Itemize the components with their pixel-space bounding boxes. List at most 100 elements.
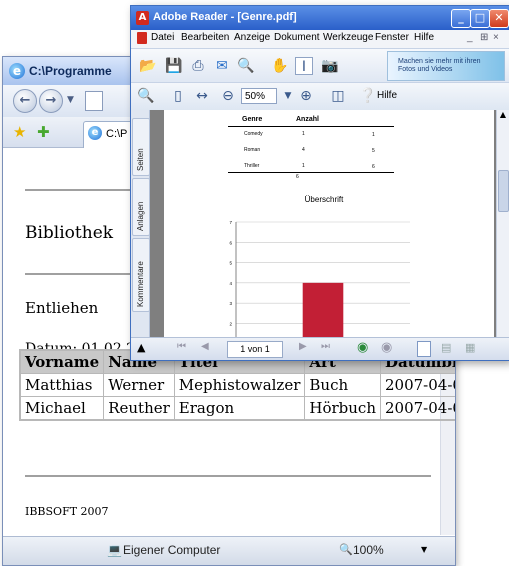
tab-attachments-label: Anlagen bbox=[136, 201, 145, 231]
favorites-star-icon[interactable]: ★ bbox=[13, 123, 26, 141]
tab-attachments[interactable]: Anlagen bbox=[132, 178, 150, 236]
reader-toolbar-view: 🔍 ▯ ↔ ⊖ 50% ▼ ⊕ ◫ ❔ Hilfe bbox=[131, 82, 509, 112]
help-button[interactable]: Hilfe bbox=[377, 90, 397, 101]
select-text-icon[interactable]: I bbox=[295, 57, 313, 75]
go-forward-icon[interactable]: ◉ bbox=[381, 340, 392, 355]
zoom-icon[interactable]: 🔍 bbox=[339, 543, 353, 556]
ie-tab-label: C:\P bbox=[106, 128, 128, 140]
zoom-input[interactable]: 50% bbox=[241, 88, 277, 104]
back-button[interactable]: ← bbox=[13, 89, 37, 113]
zoom-tool-icon[interactable]: 🔍 bbox=[137, 87, 155, 105]
tab-comments[interactable]: Kommentare bbox=[132, 238, 150, 312]
y-tick-label: 3 bbox=[229, 301, 232, 306]
menu-fenster[interactable]: Fenster bbox=[375, 32, 409, 43]
table-cell: 2007-04-01 bbox=[380, 373, 455, 397]
reader-page-nav: ▲ ⏮ ◀ 1 von 1 ▶ ⏭ ◉ ◉ ▤ ▦ bbox=[131, 337, 509, 360]
fit-width-icon[interactable]: ↔ bbox=[193, 87, 211, 105]
zoom-dropdown-icon[interactable]: ▼ bbox=[421, 545, 427, 554]
table-cell: Eragon bbox=[173, 396, 306, 421]
doc-restore-icon[interactable]: ⊞ bbox=[480, 32, 488, 43]
tab-comments-label: Kommentare bbox=[136, 261, 145, 307]
next-page-icon[interactable]: ▶ bbox=[299, 341, 307, 352]
menu-bearbeiten[interactable]: Bearbeiten bbox=[181, 32, 229, 43]
table-cell: 2007-04-01 bbox=[380, 396, 455, 421]
pdf-table-rule bbox=[228, 172, 394, 173]
pdf-cell: 6 bbox=[296, 174, 299, 180]
go-back-icon[interactable]: ◉ bbox=[357, 340, 368, 355]
hand-tool-icon[interactable]: ✋ bbox=[271, 57, 289, 75]
divider bbox=[25, 475, 431, 477]
pdf-cell: 1 bbox=[302, 163, 305, 169]
pdf-cell: 4 bbox=[302, 147, 305, 153]
promo-banner[interactable]: Machen sie mehr mit ihren Fotos und Vide… bbox=[387, 51, 505, 81]
forward-button[interactable]: → bbox=[39, 89, 63, 113]
help-icon[interactable]: ❔ bbox=[359, 87, 377, 105]
menu-dokument[interactable]: Dokument bbox=[274, 32, 320, 43]
zoom-level[interactable]: 100% bbox=[353, 543, 384, 557]
scroll-thumb[interactable] bbox=[498, 170, 509, 212]
reader-toolbar-file: 📂 💾 ⎙ ✉ 🔍 ✋ I 📷 Machen sie mehr mit ihre… bbox=[131, 48, 509, 83]
fit-page-icon[interactable]: ▯ bbox=[169, 87, 187, 105]
adobe-reader-icon: A bbox=[136, 11, 149, 25]
page-icon bbox=[85, 91, 103, 111]
menu-anzeige[interactable]: Anzeige bbox=[234, 32, 270, 43]
reader-window: A Adobe Reader - [Genre.pdf] _ □ ✕ Datei… bbox=[130, 5, 509, 361]
add-favorite-icon[interactable]: ✚ bbox=[37, 123, 50, 141]
pdf-cell: 6 bbox=[372, 164, 375, 170]
email-icon[interactable]: ✉ bbox=[213, 57, 231, 75]
table-row: Matthias Werner Mephistowalzer Buch 2007… bbox=[19, 373, 455, 397]
pdf-table-header: Anzahl bbox=[296, 116, 319, 123]
doc-close-icon[interactable]: × bbox=[493, 32, 499, 43]
table-cell: Mephistowalzer bbox=[173, 373, 306, 397]
menu-werkzeuge[interactable]: Werkzeuge bbox=[323, 32, 373, 43]
reader-window-title: Adobe Reader - [Genre.pdf] bbox=[153, 11, 297, 23]
previous-page-icon[interactable]: ◀ bbox=[201, 341, 209, 352]
minimize-button[interactable]: _ bbox=[451, 9, 471, 28]
zoom-out-icon[interactable]: ⊖ bbox=[219, 87, 237, 105]
zoom-dropdown-icon[interactable]: ▼ bbox=[279, 87, 297, 105]
document-icon bbox=[137, 32, 147, 44]
open-folder-icon[interactable]: 📂 bbox=[139, 57, 157, 75]
ie-logo-icon: e bbox=[9, 63, 25, 79]
history-dropdown-icon[interactable]: ▼ bbox=[67, 95, 74, 105]
promo-text: Machen sie mehr mit ihren Fotos und Vide… bbox=[398, 58, 481, 73]
reader-title-bar[interactable]: A Adobe Reader - [Genre.pdf] _ □ ✕ bbox=[131, 6, 509, 30]
document-area: Genre Anzahl Comedy 1 1 Roman 4 5 Thrill… bbox=[150, 110, 497, 338]
table-cell: Reuther bbox=[103, 396, 175, 421]
reader-vertical-scrollbar[interactable]: ▲ bbox=[496, 110, 509, 338]
doc-minimize-icon[interactable]: _ bbox=[467, 32, 473, 43]
last-page-icon[interactable]: ⏭ bbox=[321, 341, 330, 352]
table-row: Michael Reuther Eragon Hörbuch 2007-04-0… bbox=[19, 396, 455, 421]
headset-icon[interactable]: ▲ bbox=[137, 341, 145, 354]
table-cell: Werner bbox=[103, 373, 175, 397]
section-heading: Entliehen bbox=[25, 299, 99, 317]
pdf-cell: 5 bbox=[372, 148, 375, 154]
menu-datei[interactable]: Datei bbox=[151, 32, 174, 43]
y-tick-label: 4 bbox=[229, 281, 232, 286]
y-tick-label: 5 bbox=[229, 261, 232, 266]
table-cell: Matthias bbox=[19, 373, 105, 397]
menu-hilfe[interactable]: Hilfe bbox=[414, 32, 434, 43]
table-cell: Michael bbox=[19, 396, 105, 421]
snapshot-icon[interactable]: 📷 bbox=[321, 57, 339, 75]
page-number-field[interactable]: 1 von 1 bbox=[227, 341, 283, 358]
scroll-up-icon[interactable]: ▲ bbox=[498, 110, 508, 122]
close-button[interactable]: ✕ bbox=[489, 9, 509, 28]
print-icon[interactable]: ⎙ bbox=[189, 57, 207, 75]
zoom-in-icon[interactable]: ⊕ bbox=[297, 87, 315, 105]
continuous-icon[interactable]: ▤ bbox=[441, 341, 451, 354]
page-layout-icon[interactable]: ◫ bbox=[329, 87, 347, 105]
search-icon[interactable]: 🔍 bbox=[237, 57, 255, 75]
facing-icon[interactable]: ▦ bbox=[465, 341, 475, 354]
navigation-panel: Seiten Anlagen Kommentare bbox=[131, 110, 150, 338]
maximize-button[interactable]: □ bbox=[470, 9, 490, 28]
first-page-icon[interactable]: ⏮ bbox=[177, 341, 186, 352]
bar bbox=[302, 282, 344, 338]
ie-window-title: C:\Programme bbox=[29, 64, 112, 78]
save-icon[interactable]: 💾 bbox=[165, 57, 183, 75]
pdf-page: Genre Anzahl Comedy 1 1 Roman 4 5 Thrill… bbox=[164, 110, 494, 338]
tab-pages[interactable]: Seiten bbox=[132, 118, 150, 176]
tab-ie-icon: e bbox=[88, 126, 102, 140]
single-page-icon[interactable] bbox=[417, 341, 431, 357]
table-cell: Buch bbox=[304, 373, 381, 397]
